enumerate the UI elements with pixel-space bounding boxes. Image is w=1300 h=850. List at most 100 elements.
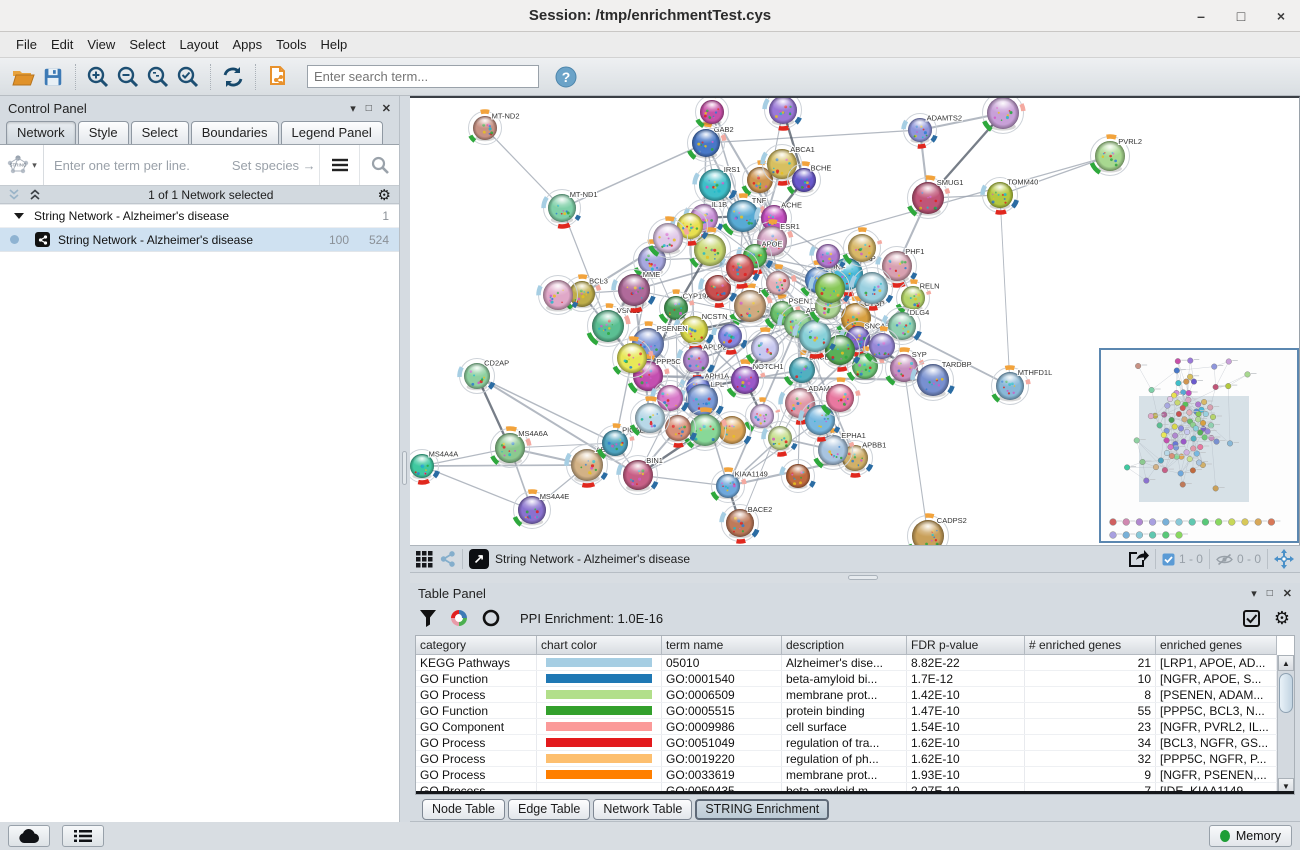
share-view-icon[interactable]	[440, 551, 456, 567]
network-node[interactable]	[661, 411, 696, 446]
minimize-button[interactable]: –	[1192, 8, 1210, 24]
tab-legend-panel[interactable]: Legend Panel	[281, 121, 383, 144]
network-node[interactable]: SMUG1	[908, 178, 964, 219]
network-node[interactable]: MT-ND2	[469, 111, 520, 144]
column-header-FDR-p-value[interactable]: FDR p-value	[907, 636, 1025, 655]
tab-boundaries[interactable]: Boundaries	[191, 121, 279, 144]
tab-network-table[interactable]: Network Table	[593, 799, 692, 820]
panel-splitter[interactable]	[400, 96, 410, 822]
tab-string-enrichment[interactable]: STRING Enrichment	[695, 799, 829, 820]
table-panel-menu-icon[interactable]: ▾	[1251, 587, 1257, 600]
column-header-category[interactable]: category	[416, 636, 537, 655]
menu-view[interactable]: View	[81, 34, 121, 55]
save-session-icon[interactable]	[38, 62, 68, 92]
table-panel-close-icon[interactable]: ✕	[1283, 587, 1292, 600]
column-header-chart-color[interactable]: chart color	[537, 636, 662, 655]
network-node[interactable]	[539, 276, 578, 315]
network-node[interactable]	[782, 460, 815, 493]
menu-tools[interactable]: Tools	[270, 34, 312, 55]
table-scrollbar[interactable]: ▲ ▼	[1277, 655, 1294, 794]
zoom-selected-icon[interactable]	[173, 62, 203, 92]
zoom-in-icon[interactable]	[83, 62, 113, 92]
task-history-button[interactable]	[62, 825, 104, 847]
menu-apps[interactable]: Apps	[227, 34, 269, 55]
table-row[interactable]: KEGG Pathways05010Alzheimer's dise...8.8…	[416, 655, 1277, 671]
string-search-icon[interactable]	[359, 145, 399, 185]
network-node[interactable]	[822, 380, 859, 417]
network-node[interactable]	[844, 230, 881, 267]
network-row-selected[interactable]: String Network - Alzheimer's disease 100…	[0, 228, 399, 252]
birds-eye-view[interactable]	[1099, 348, 1299, 543]
ring-chart-icon[interactable]	[482, 609, 500, 627]
network-node[interactable]	[811, 269, 850, 308]
network-node[interactable]	[722, 250, 759, 287]
string-options-icon[interactable]	[319, 145, 359, 185]
network-node[interactable]: MME	[614, 270, 661, 311]
network-node[interactable]: TARDBP	[913, 360, 972, 401]
panel-float-icon[interactable]: □	[366, 103, 372, 114]
string-term-placeholder[interactable]: Enter one term per line.	[54, 158, 190, 173]
zoom-out-icon[interactable]	[113, 62, 143, 92]
table-row[interactable]: GO FunctionGO:0005515protein binding1.47…	[416, 703, 1277, 719]
network-node[interactable]: BIN1	[619, 456, 663, 495]
network-node[interactable]: GAB2	[688, 125, 734, 162]
network-node[interactable]: MTHFD1L	[992, 368, 1053, 405]
automation-cloud-button[interactable]	[8, 825, 50, 847]
scrollbar-thumb[interactable]	[1279, 673, 1293, 713]
table-row[interactable]: GO ProcessGO:0033619membrane prot...1.93…	[416, 767, 1277, 783]
network-node[interactable]	[714, 320, 747, 353]
string-species-label[interactable]: Set species →	[232, 158, 316, 173]
network-node[interactable]	[762, 267, 795, 300]
network-node[interactable]	[696, 98, 729, 129]
menu-edit[interactable]: Edit	[45, 34, 79, 55]
network-node[interactable]	[747, 330, 784, 367]
horizontal-splitter[interactable]	[410, 573, 1300, 583]
filter-icon[interactable]	[420, 610, 436, 627]
column-header--enriched-genes[interactable]: # enriched genes	[1025, 636, 1156, 655]
network-node[interactable]	[812, 240, 845, 273]
close-button[interactable]: ×	[1272, 8, 1290, 24]
panel-menu-icon[interactable]: ▾	[350, 102, 356, 115]
network-node[interactable]	[613, 339, 652, 378]
tab-select[interactable]: Select	[131, 121, 189, 144]
help-icon[interactable]: ?	[551, 62, 581, 92]
network-node[interactable]: BACE2	[722, 505, 773, 542]
menu-file[interactable]: File	[10, 34, 43, 55]
table-row[interactable]: GO FunctionGO:0001540beta-amyloid bi...1…	[416, 671, 1277, 687]
network-node[interactable]: BACE1	[785, 353, 834, 388]
memory-button[interactable]: Memory	[1209, 825, 1292, 847]
column-header-term-name[interactable]: term name	[662, 636, 782, 655]
pan-navigator-icon[interactable]	[1274, 549, 1294, 569]
menu-layout[interactable]: Layout	[173, 34, 224, 55]
zoom-fit-icon[interactable]	[143, 62, 173, 92]
network-options-gear-icon[interactable]: ⚙	[378, 186, 391, 204]
network-node[interactable]: MT-ND1	[544, 190, 598, 227]
column-header-enriched-genes[interactable]: enriched genes	[1156, 636, 1277, 655]
tree-expand-icon[interactable]	[14, 212, 24, 220]
open-session-icon[interactable]	[8, 62, 38, 92]
network-node[interactable]: CADPS2	[908, 516, 967, 546]
network-node[interactable]	[852, 268, 893, 309]
network-node[interactable]: KIAA1149	[712, 469, 768, 502]
column-header-description[interactable]: description	[782, 636, 907, 655]
tab-node-table[interactable]: Node Table	[422, 799, 505, 820]
menu-select[interactable]: Select	[123, 34, 171, 55]
detach-view-icon[interactable]: ↗	[469, 549, 489, 569]
grid-mode-icon[interactable]	[416, 551, 433, 568]
table-row[interactable]: GO ProcessGO:0006509membrane prot...1.42…	[416, 687, 1277, 703]
network-node[interactable]	[983, 98, 1024, 134]
network-node[interactable]: ADAMTS2	[904, 113, 963, 146]
tab-style[interactable]: Style	[78, 121, 129, 144]
refresh-icon[interactable]	[218, 62, 248, 92]
tab-network[interactable]: Network	[6, 121, 76, 144]
maximize-button[interactable]: □	[1232, 8, 1250, 24]
string-logo-icon[interactable]: STRING ▾	[0, 145, 44, 185]
network-node[interactable]	[631, 399, 670, 438]
panel-close-icon[interactable]: ✕	[382, 102, 391, 115]
network-node[interactable]	[765, 98, 802, 129]
network-node[interactable]: MS4A4E	[514, 491, 570, 528]
network-from-selection-icon[interactable]	[263, 62, 293, 92]
pie-chart-icon[interactable]	[450, 609, 468, 627]
collapse-all-icon[interactable]	[8, 189, 23, 201]
expand-all-icon[interactable]	[29, 189, 44, 201]
